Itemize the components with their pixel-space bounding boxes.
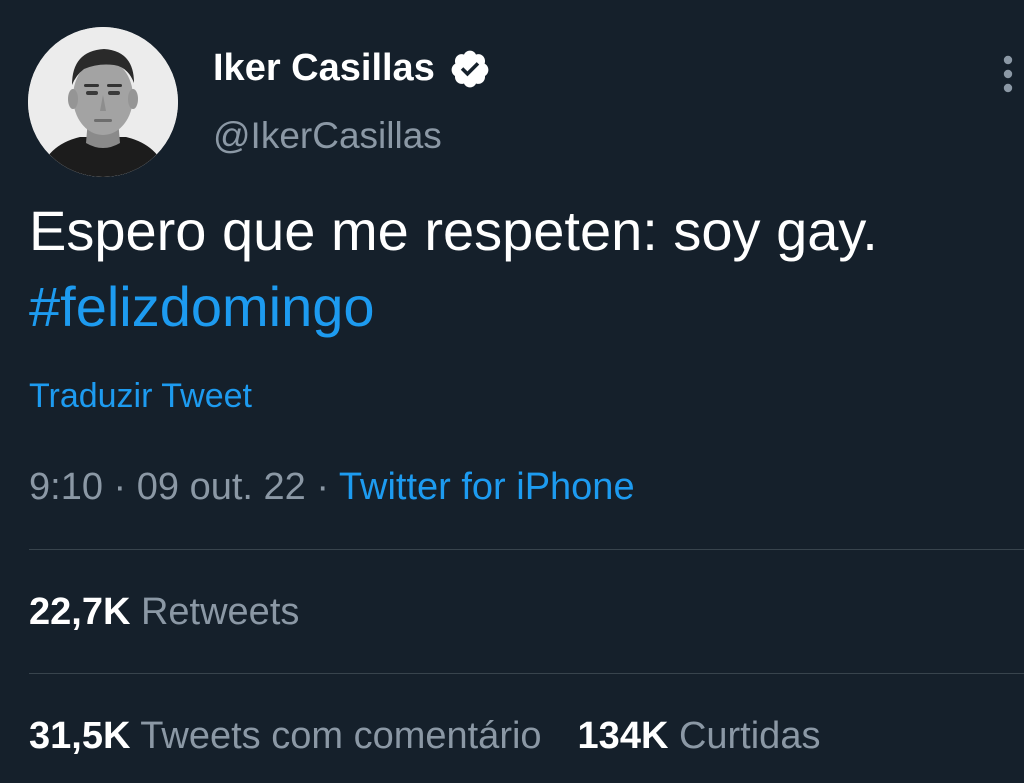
- divider: [29, 673, 1024, 674]
- profile-photo-icon: [28, 27, 178, 177]
- display-name[interactable]: Iker Casillas: [213, 47, 491, 90]
- tweet-time[interactable]: 9:10: [29, 466, 103, 508]
- tweet-body: Espero que me respeten: soy gay.: [29, 199, 878, 262]
- retweets-count: 22,7K: [29, 591, 131, 633]
- translate-tweet-link[interactable]: Traduzir Tweet: [29, 377, 252, 416]
- stats-row-retweets: 22,7K Retweets: [29, 591, 299, 634]
- tweet-detail: Iker Casillas @IkerCasillas Espero que m…: [0, 0, 1024, 783]
- quote-tweets-label: Tweets com comentário: [140, 715, 542, 757]
- avatar[interactable]: [28, 27, 178, 177]
- meta-separator: ·: [316, 466, 330, 508]
- tweet-text: Espero que me respeten: soy gay. #felizd…: [29, 193, 989, 345]
- retweets-label: Retweets: [140, 591, 300, 633]
- retweets-stat[interactable]: 22,7K Retweets: [29, 591, 299, 634]
- verified-badge-icon: [449, 48, 491, 90]
- tweet-date[interactable]: 09 out. 22: [137, 466, 306, 508]
- likes-label: Curtidas: [678, 715, 821, 757]
- meta-separator: ·: [113, 466, 127, 508]
- likes-count: 134K: [577, 715, 669, 757]
- divider: [29, 549, 1024, 550]
- user-handle[interactable]: @IkerCasillas: [213, 115, 442, 157]
- display-name-text: Iker Casillas: [213, 47, 435, 89]
- hashtag-link[interactable]: #felizdomingo: [29, 275, 375, 338]
- tweet-metadata: 9:10 · 09 out. 22 · Twitter for iPhone: [29, 466, 635, 509]
- stats-row-engagement: 31,5K Tweets com comentário 134K Curtidas: [29, 715, 820, 758]
- quote-tweets-count: 31,5K: [29, 715, 131, 757]
- likes-stat[interactable]: 134K Curtidas: [578, 715, 821, 758]
- quote-tweets-stat[interactable]: 31,5K Tweets com comentário: [29, 715, 542, 758]
- tweet-source-link[interactable]: Twitter for iPhone: [339, 466, 635, 508]
- more-options-icon[interactable]: [996, 52, 1020, 96]
